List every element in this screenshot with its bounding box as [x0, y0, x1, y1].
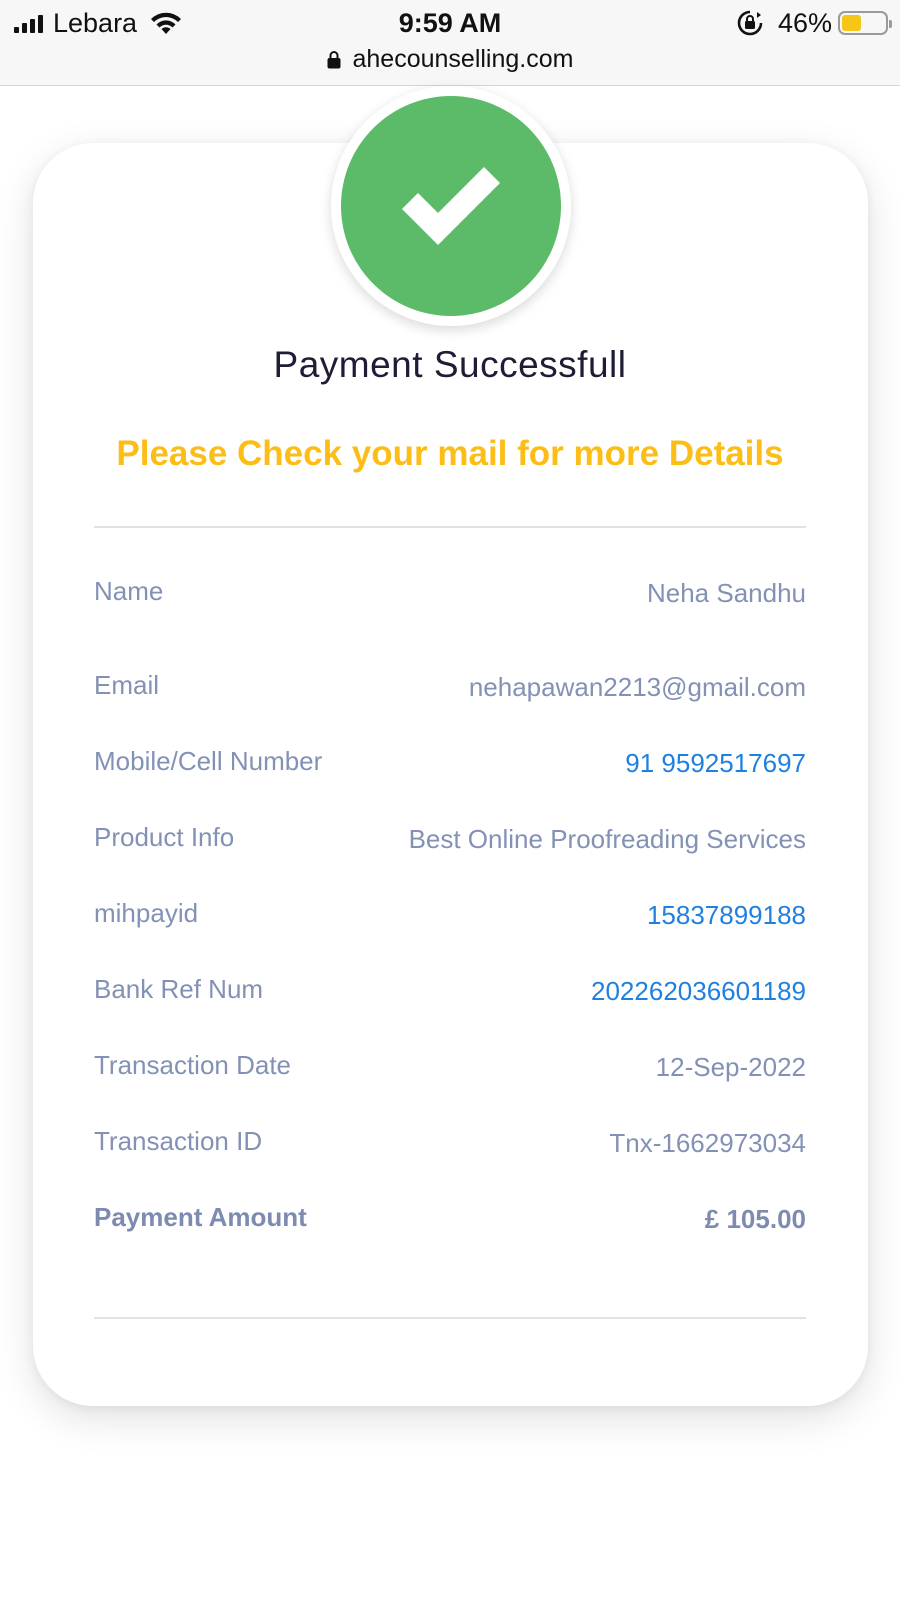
page-title: Payment Successfull: [273, 344, 627, 385]
detail-label: Transaction ID: [94, 1126, 263, 1156]
status-right: 46%: [736, 6, 892, 40]
detail-label: mihpayid: [94, 898, 199, 928]
detail-row-product: Product Info Best Online Proofreading Se…: [94, 822, 806, 862]
detail-value: Neha Sandhu: [646, 578, 806, 608]
detail-label: Name: [94, 576, 164, 606]
phone-link[interactable]: 91 9592517697: [625, 748, 806, 779]
mail-notice: Please Check your mail for more Details: [116, 434, 784, 473]
detail-value: 12-Sep-2022: [655, 1052, 806, 1082]
success-badge: [331, 86, 571, 326]
success-circle: [341, 96, 561, 316]
detail-label: Transaction Date: [94, 1050, 292, 1080]
detail-value[interactable]: nehapawan2213@gmail.com: [469, 672, 806, 703]
detail-row-transaction-id: Transaction ID Tnx-1662973034: [94, 1126, 806, 1166]
checkmark-icon: [402, 167, 500, 245]
padlock-icon: [327, 50, 340, 68]
detail-label: Payment Amount: [94, 1202, 307, 1232]
page-url[interactable]: ahecounselling.com: [353, 45, 574, 74]
payment-amount: £ 105.00: [704, 1204, 806, 1234]
detail-row-mihpayid: mihpayid 15837899188: [94, 898, 806, 938]
mihpayid-link[interactable]: 15837899188: [647, 900, 806, 931]
detail-label: Email: [94, 670, 160, 700]
detail-row-name: Name Neha Sandhu: [94, 576, 806, 616]
detail-label: Bank Ref Num: [94, 974, 264, 1004]
address-bar[interactable]: ahecounselling.com: [0, 42, 900, 76]
status-bar: Lebara 9:59 AM 46% ahecounselling.com: [0, 0, 900, 86]
detail-row-email: Email nehapawan2213@gmail.com: [94, 670, 806, 710]
detail-label: Product Info: [94, 822, 235, 852]
bottom-divider: [94, 1317, 806, 1319]
battery-percent: 46%: [777, 7, 832, 38]
detail-value: Tnx-1662973034: [609, 1128, 806, 1158]
detail-label: Mobile/Cell Number: [94, 746, 323, 776]
detail-row-bank-ref: Bank Ref Num 202262036601189: [94, 974, 806, 1014]
top-divider: [94, 526, 806, 528]
detail-row-amount: Payment Amount £ 105.00: [94, 1202, 806, 1242]
detail-value: Best Online Proofreading Services: [408, 824, 806, 854]
detail-row-mobile: Mobile/Cell Number 91 9592517697: [94, 746, 806, 786]
detail-row-date: Transaction Date 12-Sep-2022: [94, 1050, 806, 1090]
bank-ref-link[interactable]: 202262036601189: [591, 976, 806, 1007]
rotation-lock-icon: [737, 10, 763, 36]
battery-icon: [838, 11, 892, 35]
